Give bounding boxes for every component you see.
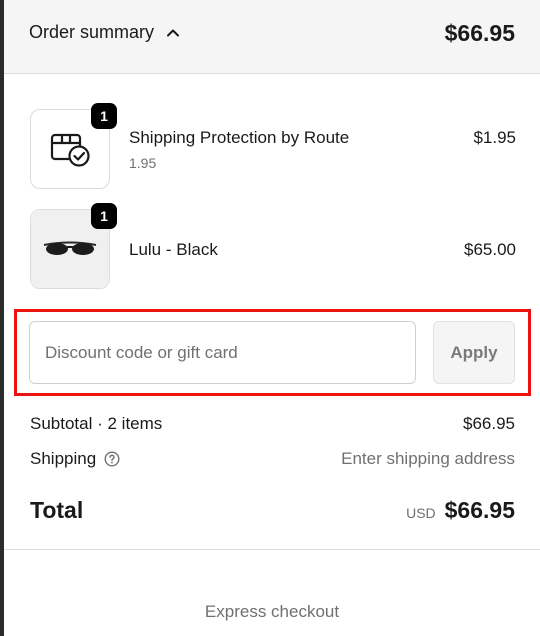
shipping-row: Shipping Enter shipping address [30,449,515,469]
subtotal-label: Subtotal · 2 items [30,414,163,433]
package-check-icon [50,133,90,167]
line-item: 1 Lulu - Black $65.00 [30,203,516,289]
express-checkout-heading: Express checkout [204,602,340,621]
product-thumbnail: 1 [30,203,117,289]
help-circle-icon[interactable] [104,451,120,467]
product-thumbnail: 1 [30,103,117,189]
line-item: 1 Shipping Protection by Route 1.95 $1.9… [30,103,516,189]
total-label: Total [30,497,84,523]
discount-code-input[interactable] [29,321,416,384]
sunglasses-image [43,241,97,255]
section-divider [4,549,540,550]
quantity-badge: 1 [91,203,117,229]
order-summary-toggle[interactable]: Order summary [29,22,182,43]
item-price: $65.00 [464,240,516,259]
subtotal-value: $66.95 [463,414,515,433]
currency-code: USD [406,505,436,521]
total-amount: $66.95 [444,497,515,523]
quantity-badge: 1 [91,103,117,129]
chevron-up-icon [167,29,180,36]
order-summary-label: Order summary [29,22,155,42]
item-title: Shipping Protection by Route [129,128,350,147]
subtotal-row: Subtotal · 2 items $66.95 [30,414,515,434]
item-title: Lulu - Black [129,240,218,259]
shipping-value: Enter shipping address [341,449,515,468]
order-summary-total: $66.95 [444,20,515,46]
item-subtitle: 1.95 [129,155,157,171]
shipping-label: Shipping [30,449,97,468]
item-price: $1.95 [473,128,516,147]
apply-discount-button[interactable]: Apply [433,321,515,384]
total-row: Total USD $66.95 [30,497,515,524]
page-edge-rule [0,0,4,636]
order-summary-header: Order summary $66.95 [4,0,540,74]
